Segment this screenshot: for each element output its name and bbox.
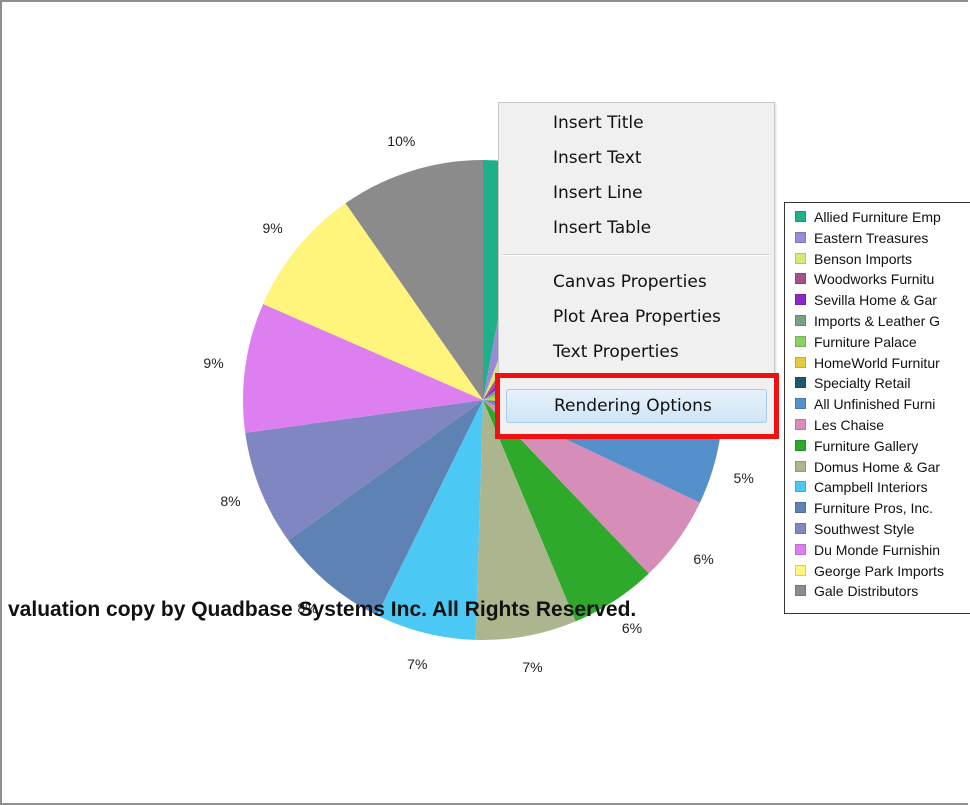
legend-item[interactable]: Furniture Gallery (795, 436, 918, 457)
legend-item[interactable]: HomeWorld Furnitur (795, 353, 940, 374)
legend-label: Benson Imports (814, 250, 913, 267)
menu-separator (502, 254, 770, 256)
legend-item[interactable]: Southwest Style (795, 519, 914, 540)
legend-item[interactable]: Benson Imports (795, 249, 912, 270)
legend-swatch (795, 481, 806, 493)
legend-label: Furniture Gallery (814, 437, 919, 454)
slice-percent-label: 9% (203, 354, 224, 371)
legend-label: Allied Furniture Emp (814, 209, 941, 225)
legend-label: HomeWorld Furnitur (814, 354, 940, 371)
legend-swatch (795, 377, 806, 389)
legend-swatch (795, 211, 806, 222)
menu-item-insert-table[interactable]: Insert Table (499, 212, 774, 244)
legend-item[interactable]: Sevilla Home & Gar (795, 290, 937, 311)
menu-item-label: Insert Title (553, 113, 644, 133)
legend-label: Furniture Palace (814, 333, 917, 350)
legend-label: George Park Imports (814, 562, 944, 579)
legend-swatch (795, 564, 806, 576)
legend-swatch (795, 419, 806, 430)
menu-item-insert-title[interactable]: Insert Title (499, 107, 774, 139)
menu-item-canvas-properties[interactable]: Canvas Properties (499, 266, 774, 298)
legend-swatch (795, 315, 806, 326)
legend-item[interactable]: Campbell Interiors (795, 477, 928, 498)
legend-item[interactable]: Domus Home & Gar (795, 457, 940, 478)
legend-item[interactable]: Imports & Leather G (795, 311, 940, 332)
legend-label: Campbell Interiors (814, 479, 928, 496)
legend-item[interactable]: Gale Distributors (795, 581, 918, 602)
legend-label: Imports & Leather G (814, 313, 941, 329)
legend-item[interactable]: Allied Furniture Emp (795, 207, 941, 228)
legend-label: Gale Distributors (814, 583, 919, 600)
menu-item-label: Text Properties (553, 342, 679, 362)
menu-item-insert-line[interactable]: Insert Line (499, 177, 774, 209)
slice-percent-label: 6% (693, 551, 714, 568)
legend-swatch (795, 335, 806, 347)
legend-item[interactable]: Woodworks Furnitu (795, 269, 934, 290)
legend-item[interactable]: Furniture Palace (795, 332, 917, 353)
menu-item-plot-area-properties[interactable]: Plot Area Properties (499, 301, 774, 333)
menu-item-text-properties[interactable]: Text Properties (499, 336, 774, 368)
legend-swatch (795, 231, 806, 243)
slice-percent-label: 10% (387, 132, 416, 149)
legend-label: Southwest Style (814, 521, 915, 537)
legend-label: Eastern Treasures (814, 229, 929, 246)
legend-swatch (795, 252, 806, 264)
legend-item[interactable]: Furniture Pros, Inc. (795, 498, 933, 519)
legend-swatch (795, 294, 806, 306)
legend-item[interactable]: George Park Imports (795, 561, 944, 582)
legend-label: Domus Home & Gar (814, 458, 941, 475)
legend-label: Furniture Pros, Inc. (814, 500, 934, 517)
legend-label: Specialty Retail (814, 375, 911, 392)
slice-percent-label: 7% (522, 659, 543, 676)
legend-swatch (795, 523, 806, 534)
legend-item[interactable]: All Unfinished Furni (795, 394, 935, 415)
legend-label: All Unfinished Furni (814, 396, 936, 413)
menu-item-label: Insert Text (553, 148, 642, 168)
legend-swatch (795, 398, 806, 410)
legend-label: Woodworks Furnitu (814, 271, 935, 288)
chart-legend[interactable]: Allied Furniture Emp Eastern Treasures Ben… (784, 202, 970, 614)
legend-label: Sevilla Home & Gar (814, 292, 937, 309)
legend-item[interactable]: Du Monde Furnishin (795, 540, 940, 561)
menu-item-label: Insert Line (553, 183, 643, 203)
legend-swatch (795, 439, 806, 451)
legend-swatch (795, 585, 806, 597)
legend-swatch (795, 356, 806, 368)
highlight-annotation-box (495, 373, 779, 439)
legend-swatch (795, 502, 806, 514)
legend-label: Les Chaise (814, 417, 885, 433)
legend-item[interactable]: Eastern Treasures (795, 228, 928, 249)
legend-item[interactable]: Specialty Retail (795, 373, 911, 394)
slice-percent-label: 9% (262, 219, 283, 236)
menu-item-label: Plot Area Properties (553, 307, 721, 327)
slice-percent-label: 7% (407, 655, 428, 672)
legend-swatch (795, 543, 806, 555)
evaluation-watermark: valuation copy by Quadbase Systems Inc. … (8, 598, 637, 621)
slice-percent-label: 8% (220, 493, 241, 510)
legend-item[interactable]: Les Chaise (795, 415, 884, 436)
legend-label: Du Monde Furnishin (814, 541, 941, 558)
menu-item-label: Canvas Properties (553, 272, 707, 292)
menu-item-label: Insert Table (553, 218, 652, 238)
legend-swatch (795, 273, 806, 285)
menu-item-insert-text[interactable]: Insert Text (499, 142, 774, 174)
legend-swatch (795, 460, 806, 472)
slice-percent-label: 5% (733, 469, 754, 486)
